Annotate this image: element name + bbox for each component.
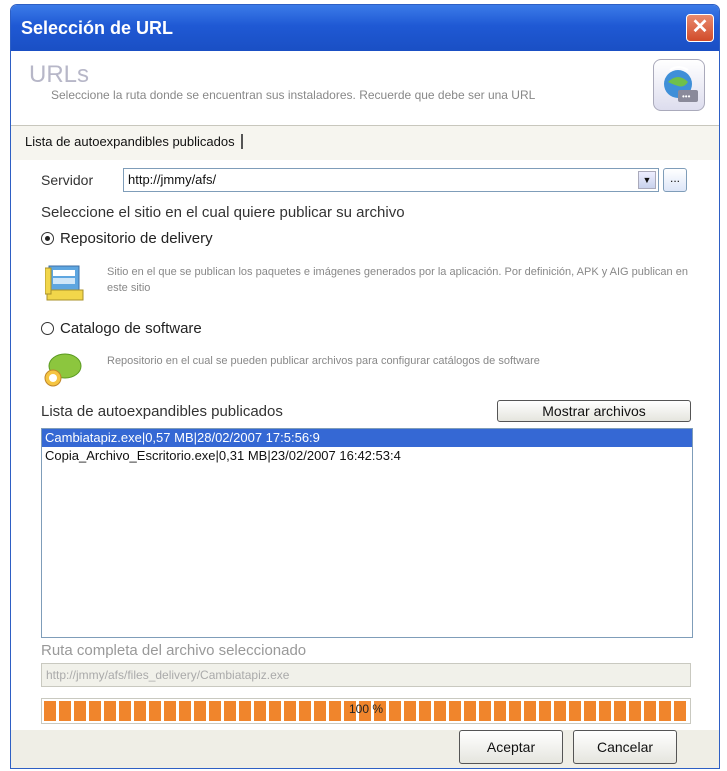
close-button[interactable]: ✕	[686, 14, 714, 42]
radio-label: Catalogo de software	[60, 320, 202, 337]
radio-label: Repositorio de delivery	[60, 230, 213, 247]
cancel-button[interactable]: Cancelar	[573, 730, 677, 764]
close-icon: ✕	[691, 16, 709, 38]
catalog-description: Repositorio en el cual se pueden publica…	[107, 355, 540, 367]
radio-indicator	[41, 322, 54, 335]
progress-label: 100 %	[348, 702, 384, 716]
main-panel: Servidor http://jmmy/afs/ ▼ ... Seleccio…	[11, 160, 719, 730]
window-title: Selección de URL	[21, 18, 174, 38]
server-label: Servidor	[41, 172, 94, 188]
accept-button[interactable]: Aceptar	[459, 730, 563, 764]
delivery-description: Sitio en el que se publican los paquetes…	[107, 266, 688, 294]
show-files-button[interactable]: Mostrar archivos	[497, 400, 691, 422]
radio-software-catalog[interactable]: Catalogo de software	[41, 320, 202, 337]
svg-text:•••: •••	[682, 92, 691, 101]
server-value: http://jmmy/afs/	[128, 172, 217, 187]
list-item[interactable]: Copia_Archivo_Escritorio.exe|0,31 MB|23/…	[42, 447, 692, 465]
full-path-label: Ruta completa del archivo seleccionado	[41, 642, 307, 659]
header-panel: URLs Seleccione la ruta donde se encuent…	[11, 51, 719, 125]
list-item[interactable]: Cambiatapiz.exe|0,57 MB|28/02/2007 17:5:…	[42, 429, 692, 447]
radio-delivery-repository[interactable]: Repositorio de delivery	[41, 230, 213, 247]
footer: Aceptar Cancelar	[11, 730, 719, 768]
browse-button[interactable]: ...	[663, 168, 687, 192]
published-list-label: Lista de autoexpandibles publicados	[41, 403, 283, 420]
header-description: Seleccione la ruta donde se encuentran s…	[51, 88, 536, 102]
radio-indicator	[41, 232, 54, 245]
header-title: URLs	[29, 61, 90, 88]
tab-published-list[interactable]: Lista de autoexpandibles publicados	[25, 134, 243, 149]
title-bar: Selección de URL ✕	[11, 5, 719, 51]
delivery-repository-icon	[44, 260, 85, 307]
chevron-down-icon[interactable]: ▼	[638, 171, 656, 189]
published-files-list[interactable]: Cambiatapiz.exe|0,57 MB|28/02/2007 17:5:…	[41, 428, 693, 638]
tab-strip: Lista de autoexpandibles publicados	[11, 125, 719, 161]
progress-bar: 100 %	[41, 698, 691, 724]
full-path-field: http://jmmy/afs/files_delivery/Cambiatap…	[41, 663, 691, 687]
server-combobox[interactable]: http://jmmy/afs/ ▼	[123, 168, 659, 192]
url-web-icon: •••	[653, 59, 705, 111]
software-catalog-icon	[41, 348, 85, 397]
url-selection-dialog: Selección de URL ✕ URLs Seleccione la ru…	[10, 4, 720, 769]
site-prompt: Seleccione el sitio en el cual quiere pu…	[41, 204, 405, 221]
